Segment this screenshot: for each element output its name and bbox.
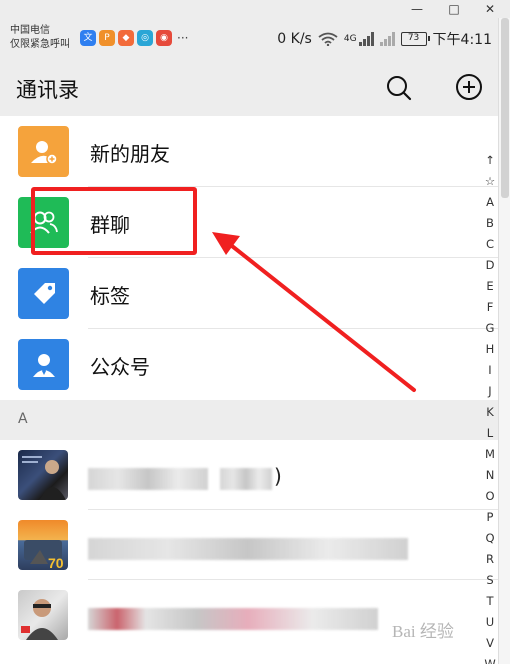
cctv-app-icon: ◎ <box>137 30 153 46</box>
index-letter[interactable]: ☆ <box>485 171 495 192</box>
contact-row[interactable]: 70 <box>0 510 498 580</box>
index-letter[interactable]: P <box>487 507 494 528</box>
index-letter[interactable]: ↑ <box>485 150 495 171</box>
more-notifications-icon: ··· <box>177 31 189 45</box>
index-letter[interactable]: T <box>486 591 493 612</box>
official-account-icon <box>18 339 69 390</box>
scrollbar[interactable] <box>498 18 510 664</box>
index-letter[interactable]: N <box>486 465 495 486</box>
signal-icon <box>358 32 374 46</box>
alphabet-index[interactable]: ↑ ☆ A B C D E F G H I J K L M N O P Q R S T U V W <box>481 150 499 664</box>
index-letter[interactable]: D <box>486 255 495 276</box>
scrollbar-thumb[interactable] <box>501 18 509 198</box>
window-title-bar: — □ ✕ <box>0 0 510 18</box>
index-letter[interactable]: U <box>486 612 494 633</box>
tags-label: 标签 <box>90 284 130 308</box>
p-app-icon: P <box>99 30 115 46</box>
wifi-icon <box>318 32 338 46</box>
signal-2-icon <box>379 32 395 46</box>
network-type: 4G <box>343 34 357 44</box>
index-letter[interactable]: R <box>486 549 494 570</box>
add-friend-icon <box>18 126 69 177</box>
contact-row[interactable]: ) <box>0 440 498 510</box>
index-letter[interactable]: S <box>486 570 493 591</box>
index-letter[interactable]: H <box>486 339 495 360</box>
search-icon[interactable] <box>385 74 413 102</box>
maximize-button[interactable]: □ <box>441 0 467 18</box>
clock: 下午4:11 <box>432 32 492 48</box>
orange-app-icon: ◆ <box>118 30 134 46</box>
index-letter[interactable]: A <box>486 192 494 213</box>
official-accounts-label: 公众号 <box>90 355 150 379</box>
index-letter[interactable]: Q <box>485 528 494 549</box>
avatar <box>18 450 68 500</box>
index-letter[interactable]: F <box>487 297 494 318</box>
index-letter[interactable]: E <box>486 276 493 297</box>
status-right: 0 K/s 4G 73 下午4:11 <box>277 29 492 49</box>
section-letter: A <box>18 411 28 427</box>
index-letter[interactable]: V <box>486 633 494 654</box>
blurred-name <box>220 468 272 490</box>
header-bar: 通讯录 <box>0 62 498 116</box>
add-icon[interactable] <box>455 73 483 101</box>
index-letter[interactable]: L <box>487 423 493 444</box>
annotation-highlight-box <box>31 187 197 255</box>
index-letter[interactable]: G <box>486 318 495 339</box>
svg-text:70: 70 <box>48 555 64 570</box>
index-letter[interactable]: W <box>484 654 495 664</box>
index-letter[interactable]: K <box>486 402 494 423</box>
index-letter[interactable]: C <box>486 234 494 255</box>
blurred-name <box>88 468 208 490</box>
watermark: Bai 经验 <box>392 622 454 641</box>
official-accounts-row[interactable]: 公众号 <box>0 329 498 400</box>
avatar: 70 <box>18 520 68 570</box>
index-letter[interactable]: I <box>488 360 491 381</box>
tag-icon <box>18 268 69 319</box>
index-letter[interactable]: M <box>485 444 495 465</box>
blurred-name <box>88 538 408 560</box>
tags-row[interactable]: 标签 <box>0 258 498 329</box>
blurred-name <box>88 608 378 630</box>
section-header-a: A <box>0 400 498 440</box>
page-title: 通讯录 <box>16 78 79 102</box>
carrier-name: 中国电信 <box>10 25 50 36</box>
notification-icons: 文 P ◆ ◎ ◉ ··· <box>80 30 188 46</box>
index-letter[interactable]: O <box>485 486 494 507</box>
minimize-button[interactable]: — <box>404 0 430 18</box>
weibo-app-icon: ◉ <box>156 30 172 46</box>
avatar <box>18 590 68 640</box>
index-letter[interactable]: B <box>486 213 494 234</box>
close-button[interactable]: ✕ <box>477 0 503 18</box>
new-friends-label: 新的朋友 <box>90 142 170 166</box>
name-tail: ) <box>274 464 282 488</box>
status-bar: 中国电信 仅限紧急呼叫 文 P ◆ ◎ ◉ ··· 0 K/s 4G 73 下午4:11 <box>0 18 498 62</box>
wen-app-icon: 文 <box>80 30 96 46</box>
new-friends-row[interactable]: 新的朋友 <box>0 116 498 187</box>
index-letter[interactable]: J <box>488 381 491 402</box>
battery-icon: 73 <box>400 32 430 46</box>
network-speed: 0 K/s <box>277 31 312 47</box>
emergency-only-text: 仅限紧急呼叫 <box>10 39 70 50</box>
carrier-info: 中国电信 仅限紧急呼叫 <box>10 24 70 52</box>
